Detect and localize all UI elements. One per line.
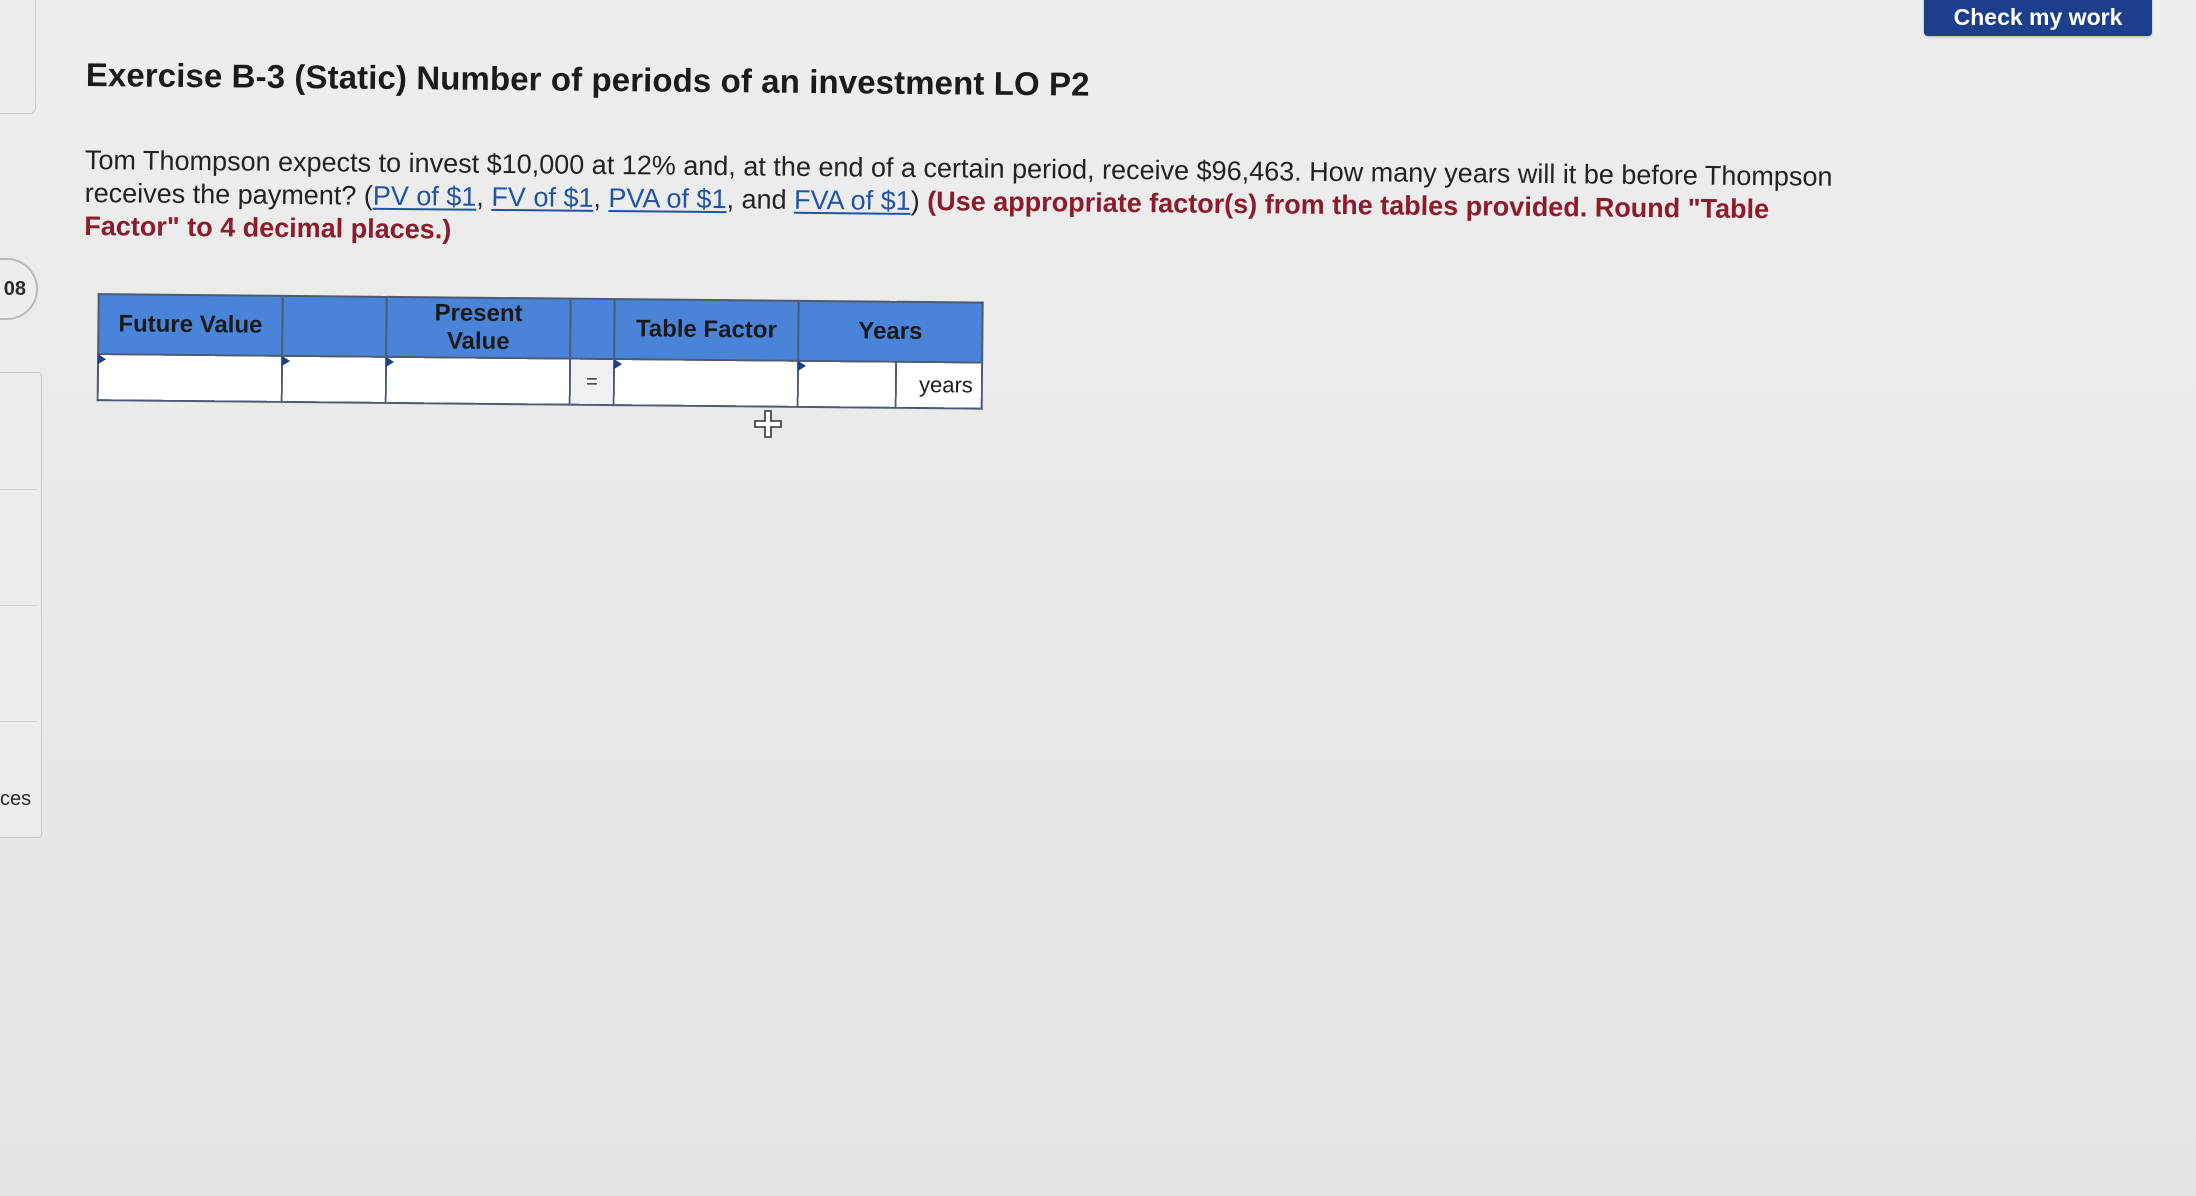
- years-input[interactable]: [798, 361, 896, 407]
- exercise-content: Exercise B-3 (Static) Number of periods …: [83, 56, 1846, 418]
- question-text: Tom Thompson expects to invest $10,000 a…: [84, 144, 1845, 260]
- cell-marker-icon: [386, 356, 395, 367]
- cell-marker-icon: [798, 360, 807, 371]
- equals-header: [570, 298, 615, 360]
- sidebar-top-panel: [0, 0, 36, 114]
- links-close: ): [910, 185, 920, 217]
- worksheet-input-row: = years: [97, 354, 983, 409]
- years-unit-label: years: [895, 361, 983, 409]
- present-value-cell: [385, 356, 571, 405]
- table-factor-cell: [613, 359, 799, 407]
- cell-marker-icon: [614, 359, 623, 370]
- years-cell: [797, 360, 897, 408]
- future-value-cell: [97, 354, 283, 402]
- fva-of-1-link[interactable]: FVA of $1: [794, 185, 911, 216]
- worksheet-table: Future Value Present Value Table Factor …: [96, 293, 984, 410]
- sidebar-question-list[interactable]: [0, 372, 42, 838]
- operator-select[interactable]: [282, 356, 386, 402]
- future-value-input[interactable]: [98, 355, 282, 401]
- future-value-header: Future Value: [98, 294, 283, 356]
- sidebar-references-label[interactable]: ces: [0, 788, 31, 811]
- worksheet-header-row: Future Value Present Value Table Factor …: [98, 294, 983, 363]
- operator-header: [282, 295, 387, 357]
- question-number: 08: [3, 277, 26, 300]
- equals-sign: =: [569, 358, 615, 406]
- years-header: Years: [798, 300, 983, 363]
- sidebar-divider: [0, 721, 37, 722]
- link-separator: ,: [593, 182, 609, 214]
- sidebar-divider: [0, 489, 37, 490]
- sidebar-divider: [0, 605, 37, 606]
- present-value-input[interactable]: [386, 357, 570, 404]
- present-value-header: Present Value: [386, 296, 571, 359]
- operator-cell: [281, 355, 387, 403]
- pv-of-1-link[interactable]: PV of $1: [373, 181, 477, 212]
- question-number-badge[interactable]: 08: [0, 258, 38, 320]
- cell-marker-icon: [282, 355, 291, 366]
- page-title: Exercise B-3 (Static) Number of periods …: [85, 56, 1090, 103]
- pva-of-1-link[interactable]: PVA of $1: [608, 183, 726, 214]
- table-factor-input[interactable]: [614, 360, 798, 406]
- check-my-work-button[interactable]: Check my work: [1924, 0, 2152, 36]
- link-separator: ,: [476, 181, 492, 212]
- cell-marker-icon: [98, 354, 107, 365]
- fv-of-1-link[interactable]: FV of $1: [491, 182, 593, 213]
- table-factor-header: Table Factor: [614, 299, 799, 361]
- link-separator: , and: [726, 184, 795, 215]
- crosshair-cursor-icon: [754, 410, 782, 438]
